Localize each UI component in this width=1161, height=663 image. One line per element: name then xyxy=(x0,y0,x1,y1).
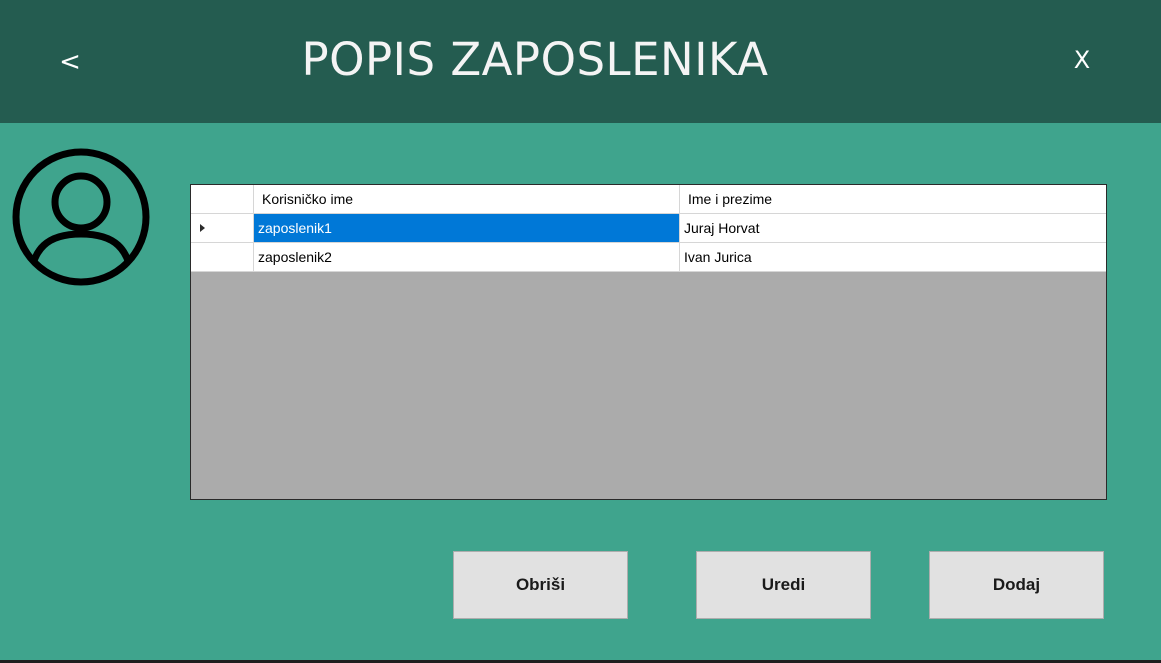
grid-corner-header[interactable] xyxy=(191,185,254,214)
current-row-indicator-icon xyxy=(200,224,205,232)
back-button[interactable]: < xyxy=(52,42,88,82)
delete-button[interactable]: Obriši xyxy=(453,551,628,619)
cell-username[interactable]: zaposlenik1 xyxy=(254,214,680,243)
add-button[interactable]: Dodaj xyxy=(929,551,1104,619)
cell-full-name[interactable]: Juraj Horvat xyxy=(680,214,1106,243)
close-button[interactable]: X xyxy=(1064,40,1100,80)
cell-username[interactable]: zaposlenik2 xyxy=(254,243,680,272)
row-header[interactable] xyxy=(191,243,254,272)
employee-grid[interactable]: Korisničko ime Ime i prezime zaposlenik1… xyxy=(190,184,1107,500)
user-avatar-icon xyxy=(12,148,150,286)
column-header-username[interactable]: Korisničko ime xyxy=(254,185,680,214)
table-row[interactable]: zaposlenik1 Juraj Horvat xyxy=(191,214,1106,243)
column-header-full-name[interactable]: Ime i prezime xyxy=(680,185,1106,214)
cell-full-name[interactable]: Ivan Jurica xyxy=(680,243,1106,272)
table-row[interactable]: zaposlenik2 Ivan Jurica xyxy=(191,243,1106,272)
edit-button[interactable]: Uredi xyxy=(696,551,871,619)
page-title: POPIS ZAPOSLENIKA xyxy=(301,33,769,86)
grid-header-row: Korisničko ime Ime i prezime xyxy=(191,185,1106,214)
row-header[interactable] xyxy=(191,214,254,243)
title-bar: < POPIS ZAPOSLENIKA X xyxy=(0,0,1161,123)
